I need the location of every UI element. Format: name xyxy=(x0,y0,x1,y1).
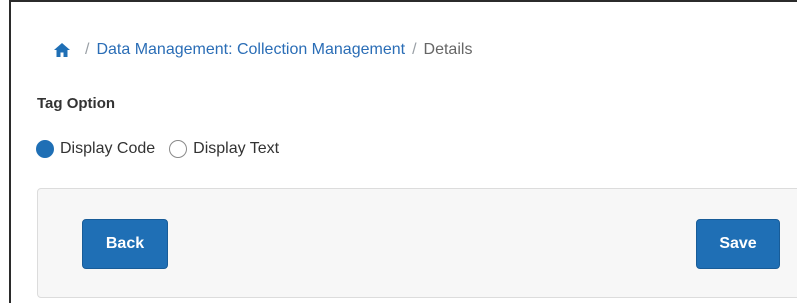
display-text-option[interactable]: Display Text xyxy=(169,140,279,158)
breadcrumb: / Data Management: Collection Management… xyxy=(52,38,472,62)
breadcrumb-separator: / xyxy=(85,41,90,58)
breadcrumb-separator: / xyxy=(412,41,417,58)
save-button[interactable]: Save xyxy=(696,219,780,269)
back-button[interactable]: Back xyxy=(82,219,168,269)
page-container: / Data Management: Collection Management… xyxy=(9,0,797,303)
home-icon[interactable] xyxy=(52,41,72,59)
display-code-label: Display Code xyxy=(60,140,156,157)
breadcrumb-link-collection-management[interactable]: Data Management: Collection Management xyxy=(96,41,405,59)
display-text-radio[interactable] xyxy=(169,140,188,158)
tag-option-label: Tag Option xyxy=(37,95,116,112)
display-code-option[interactable]: Display Code xyxy=(36,140,155,158)
display-text-label: Display Text xyxy=(193,140,280,157)
action-panel: Back Save xyxy=(37,188,797,298)
display-code-radio[interactable] xyxy=(36,140,54,158)
tag-option-radio-group: Display Code Display Text xyxy=(36,138,293,160)
breadcrumb-current-page: Details xyxy=(423,41,473,58)
